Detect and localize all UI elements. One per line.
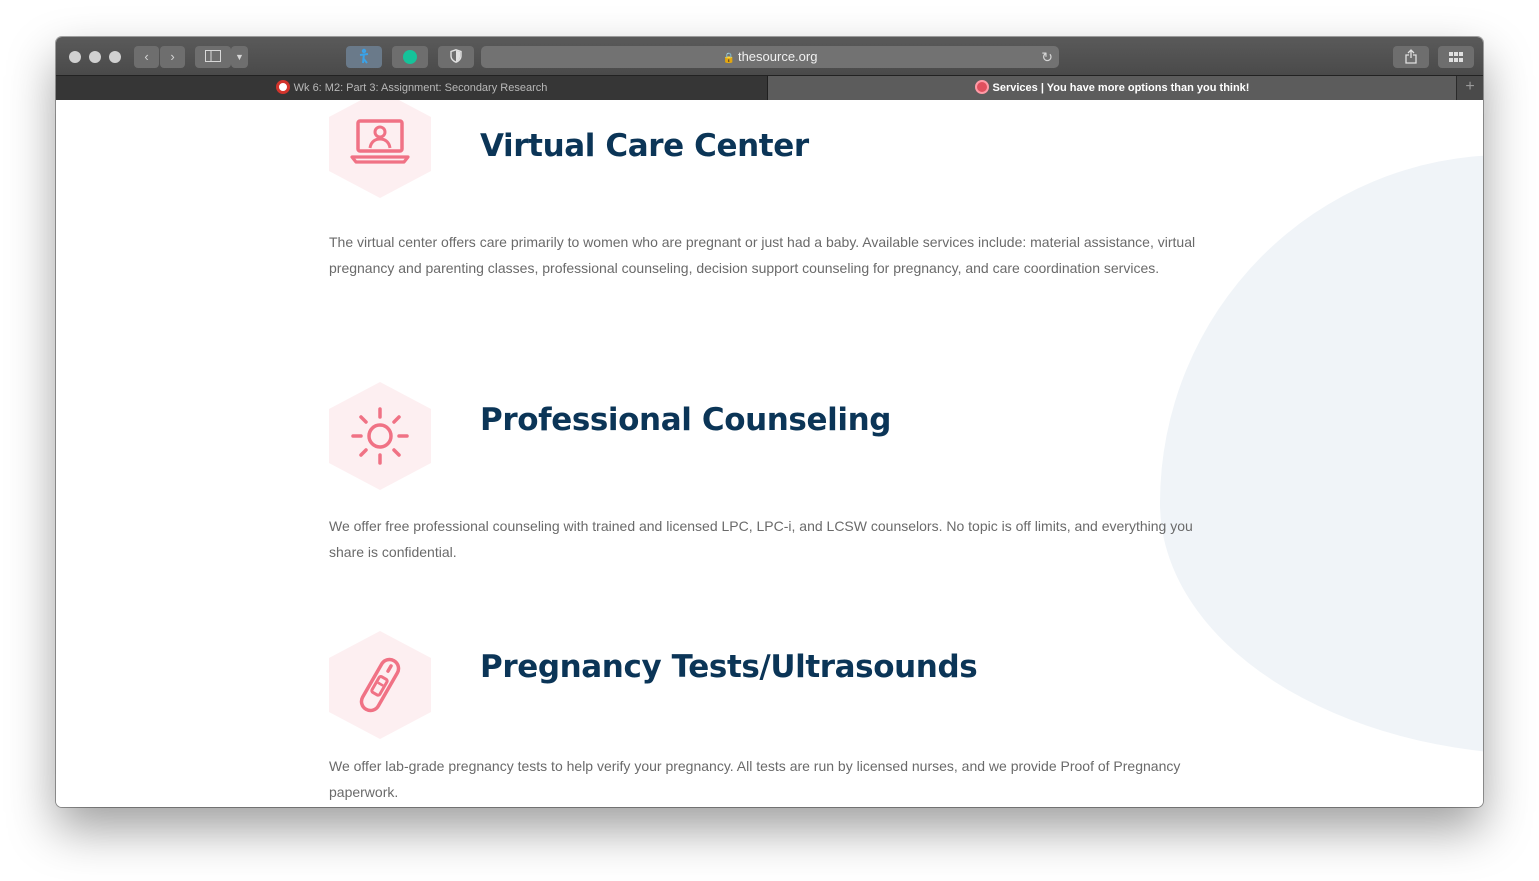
service-virtual-care: Virtual Care Center The virtual center o…: [329, 100, 1209, 310]
chevron-left-icon: ‹: [144, 49, 149, 64]
page-content: Virtual Care Center The virtual center o…: [56, 100, 1483, 807]
browser-toolbar: ‹ › ▼ 🔒 thesource.org ↻: [56, 37, 1483, 75]
service-title: Pregnancy Tests/Ultrasounds: [480, 649, 978, 685]
service-pregnancy-tests: Pregnancy Tests/Ultrasounds We offer lab…: [329, 621, 1209, 807]
tab-assignment[interactable]: Wk 6: M2: Part 3: Assignment: Secondary …: [56, 76, 768, 100]
forward-button[interactable]: ›: [160, 46, 185, 68]
share-button[interactable]: [1393, 46, 1429, 68]
browser-window: ‹ › ▼ 🔒 thesource.org ↻ Wk 6: M2: Part 3…: [56, 37, 1483, 807]
service-title: Professional Counseling: [480, 402, 892, 438]
plus-icon: +: [1465, 78, 1475, 95]
grid-icon: [1449, 52, 1463, 62]
laptop-person-icon: [329, 100, 431, 198]
course-favicon-icon: [275, 80, 290, 94]
grammarly-icon: [403, 50, 417, 64]
chevron-down-icon: ▼: [235, 52, 244, 62]
pregnancy-test-icon: [329, 631, 431, 739]
service-description: We offer free professional counseling wi…: [329, 518, 1193, 560]
sidebar-toggle-button[interactable]: [195, 46, 231, 68]
back-button[interactable]: ‹: [134, 46, 159, 68]
grammarly-button[interactable]: [392, 46, 428, 68]
service-title: Virtual Care Center: [480, 128, 809, 164]
zoom-window-button[interactable]: [109, 51, 121, 63]
tab-services[interactable]: Services | You have more options than yo…: [768, 76, 1456, 100]
thesource-favicon-icon: [974, 80, 989, 94]
tab-bar: Wk 6: M2: Part 3: Assignment: Secondary …: [56, 75, 1483, 100]
privacy-shield-button[interactable]: [438, 46, 474, 68]
sidebar-menu-button[interactable]: ▼: [231, 46, 248, 68]
tab-label: Wk 6: M2: Part 3: Assignment: Secondary …: [293, 82, 548, 94]
lock-icon: 🔒: [722, 53, 735, 64]
desktop-background: ‹ › ▼ 🔒 thesource.org ↻ Wk 6: M2: Part 3…: [0, 0, 1539, 881]
service-description: We offer lab-grade pregnancy tests to he…: [329, 758, 1181, 800]
sidebar-icon: [205, 50, 221, 62]
extension-figure-icon: [359, 48, 369, 64]
tab-overview-button[interactable]: [1438, 46, 1474, 68]
minimize-window-button[interactable]: [89, 51, 101, 63]
chevron-right-icon: ›: [170, 49, 175, 64]
extension-button-1[interactable]: [346, 46, 382, 68]
share-icon: [1405, 49, 1417, 64]
address-bar[interactable]: 🔒 thesource.org ↻: [481, 46, 1059, 68]
new-tab-button[interactable]: +: [1456, 76, 1483, 100]
close-window-button[interactable]: [69, 51, 81, 63]
reload-icon[interactable]: ↻: [1041, 46, 1053, 68]
url-text: thesource.org: [737, 49, 818, 64]
service-professional-counseling: Professional Counseling We offer free pr…: [329, 372, 1209, 582]
shield-icon: [450, 49, 462, 63]
tab-label: Services | You have more options than yo…: [992, 82, 1250, 94]
sun-icon: [329, 382, 431, 490]
service-description: The virtual center offers care primarily…: [329, 234, 1196, 276]
